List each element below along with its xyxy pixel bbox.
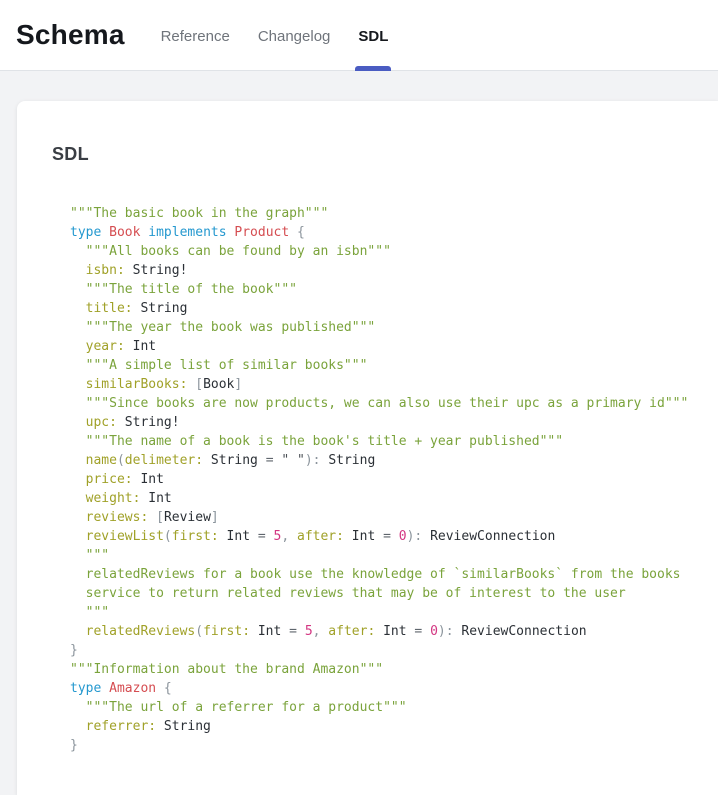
sdl-card: SDL """The basic book in the graph"""typ…	[17, 101, 718, 795]
tab-changelog[interactable]: Changelog	[258, 0, 331, 70]
schema-tabs: Reference Changelog SDL	[161, 0, 389, 70]
code-line: service to return related reviews that m…	[70, 584, 698, 603]
code-line: referrer: String	[70, 717, 698, 736]
active-tab-indicator	[355, 66, 391, 71]
tab-reference[interactable]: Reference	[161, 0, 230, 70]
code-line: """A simple list of similar books"""	[70, 356, 698, 375]
code-line: upc: String!	[70, 413, 698, 432]
code-line: """The basic book in the graph"""	[70, 204, 698, 223]
tab-sdl[interactable]: SDL	[358, 0, 388, 70]
code-line: name(delimeter: String = " "): String	[70, 451, 698, 470]
code-line: """The title of the book"""	[70, 280, 698, 299]
code-line: """The url of a referrer for a product""…	[70, 698, 698, 717]
code-line: """	[70, 603, 698, 622]
schema-header: Schema Reference Changelog SDL	[0, 0, 718, 71]
code-line: type Amazon {	[70, 679, 698, 698]
code-line: """Information about the brand Amazon"""	[70, 660, 698, 679]
code-line: """The year the book was published"""	[70, 318, 698, 337]
page-title: Schema	[16, 19, 125, 51]
code-line: reviewList(first: Int = 5, after: Int = …	[70, 527, 698, 546]
sdl-code-block: """The basic book in the graph"""type Bo…	[70, 204, 698, 755]
tab-sdl-label: SDL	[358, 28, 388, 45]
code-line: reviews: [Review]	[70, 508, 698, 527]
code-line: """All books can be found by an isbn"""	[70, 242, 698, 261]
code-line: relatedReviews for a book use the knowle…	[70, 565, 698, 584]
code-line: weight: Int	[70, 489, 698, 508]
code-line: }	[70, 641, 698, 660]
code-line: isbn: String!	[70, 261, 698, 280]
tab-reference-label: Reference	[161, 28, 230, 45]
code-line: relatedReviews(first: Int = 5, after: In…	[70, 622, 698, 641]
code-line: title: String	[70, 299, 698, 318]
code-line: """Since books are now products, we can …	[70, 394, 698, 413]
sdl-heading: SDL	[52, 144, 698, 165]
code-line: similarBooks: [Book]	[70, 375, 698, 394]
page-content: SDL """The basic book in the graph"""typ…	[0, 101, 718, 775]
tab-changelog-label: Changelog	[258, 28, 331, 45]
code-line: type Book implements Product {	[70, 223, 698, 242]
code-line: """	[70, 546, 698, 565]
code-line: }	[70, 736, 698, 755]
code-line: year: Int	[70, 337, 698, 356]
code-line: """The name of a book is the book's titl…	[70, 432, 698, 451]
code-line: price: Int	[70, 470, 698, 489]
